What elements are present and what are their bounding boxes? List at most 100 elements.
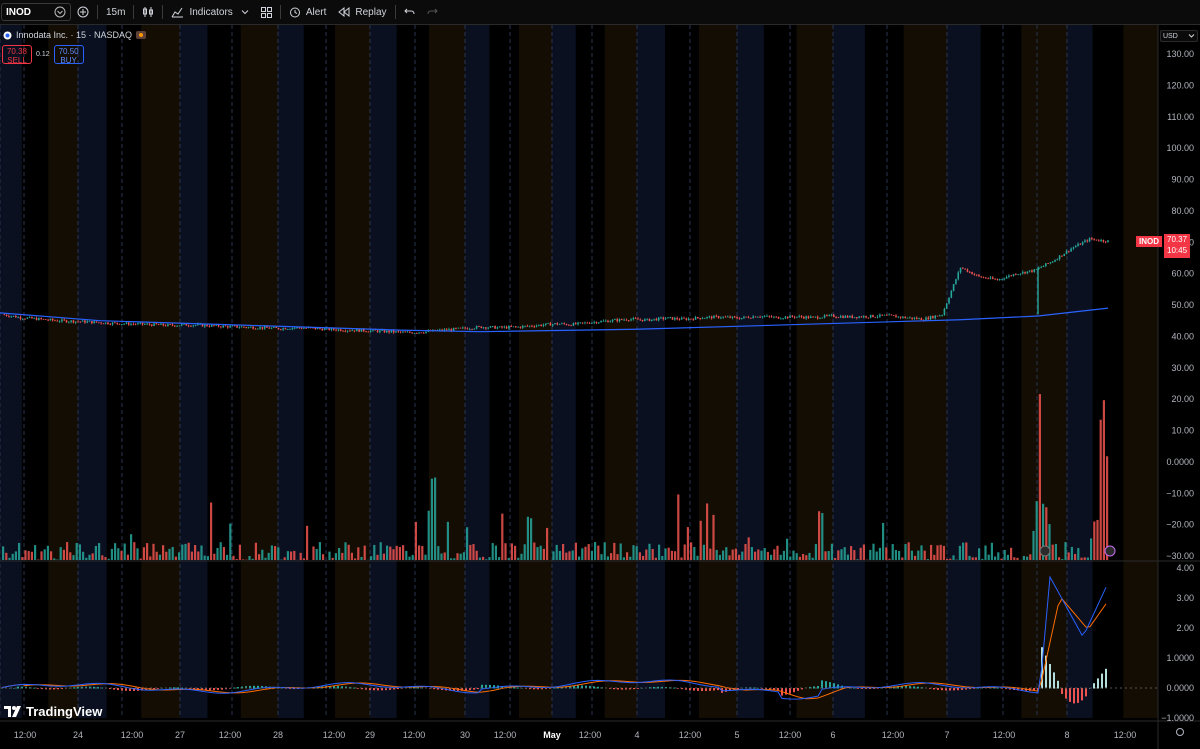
candle-body <box>839 316 842 318</box>
candle-body <box>81 320 84 322</box>
candle-body <box>220 326 222 328</box>
candle-body <box>91 321 93 324</box>
volume-bar <box>82 551 85 560</box>
candle-body <box>724 316 727 318</box>
candle-body <box>996 279 999 281</box>
undo-button[interactable] <box>398 0 421 24</box>
candle-body <box>710 316 713 319</box>
volume-bar <box>354 558 357 560</box>
compare-button[interactable] <box>71 0 95 24</box>
candle-body <box>909 317 911 319</box>
volume-bar <box>488 557 491 560</box>
volume-bar <box>27 551 30 560</box>
candle-body <box>300 327 303 329</box>
candle-body <box>411 332 413 334</box>
currency-selector[interactable]: USD <box>1160 30 1198 42</box>
redo-button[interactable] <box>421 0 444 24</box>
macd-histogram-bar <box>617 688 619 690</box>
volume-bar <box>789 556 792 560</box>
chart-canvas[interactable]: 130.00120.00110.00100.0090.0080.0070.006… <box>0 25 1200 749</box>
time-tick-label: 24 <box>73 730 83 740</box>
macd-histogram-bar <box>117 688 119 691</box>
interval-button[interactable]: 15m <box>100 0 131 24</box>
candle-body <box>856 317 858 318</box>
volume-bar <box>168 548 171 560</box>
volume-bar <box>78 544 81 560</box>
indicators-button[interactable]: Indicators <box>165 0 254 24</box>
symbol-search-box[interactable]: INOD <box>1 3 71 21</box>
candle-body <box>517 326 519 328</box>
volume-bar <box>750 547 753 560</box>
tradingview-logo[interactable]: TradingView <box>4 704 102 719</box>
toolbar-divider <box>279 5 281 19</box>
volume-bar <box>987 554 990 560</box>
buy-button[interactable]: 70.50 BUY <box>53 45 84 65</box>
volume-bar <box>56 559 59 560</box>
volume-bar <box>299 552 302 560</box>
candle-body <box>782 318 784 320</box>
volume-bar <box>290 551 293 560</box>
volume-bar <box>408 556 411 560</box>
candle-body <box>1104 241 1107 243</box>
candle-body <box>224 325 227 327</box>
candle-body <box>383 329 386 333</box>
candle-body <box>932 316 934 319</box>
candle-body <box>127 322 130 325</box>
volume-bar <box>498 557 501 560</box>
candle-body <box>160 323 162 325</box>
candle-body <box>731 316 734 318</box>
candle-body <box>49 318 52 321</box>
macd-histogram-bar <box>633 688 635 690</box>
macd-histogram-bar <box>13 688 15 689</box>
chart-type-button[interactable] <box>136 0 160 24</box>
volume-bar <box>232 555 235 560</box>
price-tick-label: −20.00 <box>1166 520 1194 530</box>
candle-body <box>146 323 148 325</box>
time-tick-label: 12:00 <box>882 730 905 740</box>
volume-bar <box>891 544 894 560</box>
premarket-shading <box>370 25 397 718</box>
candle-body <box>844 315 847 318</box>
volume-bar <box>610 553 613 560</box>
candle-body <box>531 325 533 327</box>
candle-body <box>754 316 757 318</box>
candle-body <box>1086 240 1089 242</box>
candle-body <box>286 329 289 330</box>
volume-bar <box>1083 557 1086 560</box>
candle-body <box>881 314 883 316</box>
volume-bar <box>184 543 187 560</box>
candle-body <box>35 317 38 321</box>
market-status-icon[interactable] <box>136 31 147 39</box>
volume-bar <box>971 557 974 560</box>
macd-histogram-bar <box>97 687 99 689</box>
candle-body <box>1079 243 1082 245</box>
candle-body <box>1102 239 1105 242</box>
candle-body <box>607 320 609 323</box>
price-tick-label: 80.00 <box>1171 206 1194 216</box>
sell-price: 70.38 <box>6 47 28 56</box>
candle-body <box>125 322 128 324</box>
volume-bar <box>936 545 939 560</box>
macd-histogram-bar <box>233 687 235 689</box>
volume-bar <box>594 542 597 560</box>
volume-bar <box>357 547 360 560</box>
candle-body <box>941 315 943 316</box>
replay-button[interactable]: Replay <box>332 0 392 24</box>
candle-body <box>515 326 517 328</box>
candle-body <box>233 325 236 327</box>
layouts-button[interactable] <box>255 0 278 24</box>
alert-button[interactable]: Alert <box>283 0 333 24</box>
candle-body <box>611 319 614 322</box>
sell-button[interactable]: 70.38 SELL <box>2 45 32 65</box>
volume-bar <box>312 546 315 560</box>
candle-body <box>623 319 625 321</box>
volume-bar <box>411 554 414 560</box>
candle-body <box>280 329 282 331</box>
volume-bar <box>606 556 609 560</box>
candle-body <box>84 320 86 323</box>
candle-body <box>1070 248 1072 252</box>
volume-bar <box>619 543 622 560</box>
volume-bar <box>542 548 545 560</box>
macd-histogram-bar <box>213 688 215 691</box>
candle-body <box>5 314 8 316</box>
